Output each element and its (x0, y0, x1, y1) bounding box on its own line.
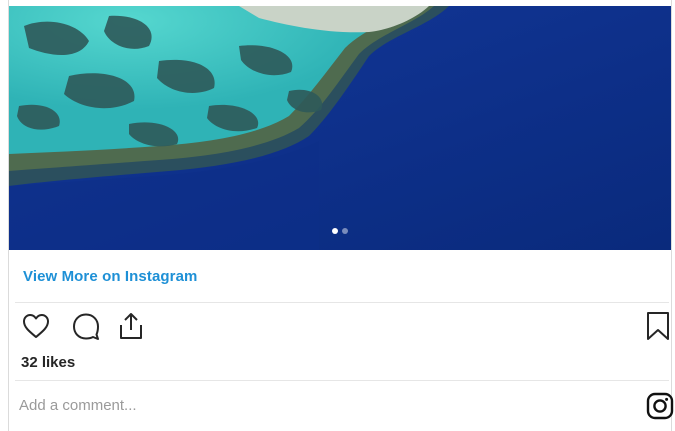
carousel-indicator (9, 228, 671, 234)
post-photo[interactable] (9, 6, 671, 250)
share-icon[interactable] (116, 311, 148, 343)
carousel-dot[interactable] (342, 228, 348, 234)
heart-icon[interactable] (21, 311, 53, 343)
view-more-link[interactable]: View More on Instagram (23, 268, 197, 285)
action-bar (19, 311, 669, 343)
bookmark-icon[interactable] (643, 311, 675, 343)
divider (15, 380, 669, 381)
instagram-logo-icon[interactable] (646, 392, 674, 420)
comment-input[interactable] (19, 392, 619, 418)
ocean-reef-image (9, 6, 671, 250)
likes-count[interactable]: 32 likes (21, 354, 75, 371)
comment-icon[interactable] (71, 311, 103, 343)
divider (15, 302, 669, 303)
instagram-embed: View More on Instagram 32 likes (8, 0, 674, 431)
carousel-dot-active[interactable] (332, 228, 338, 234)
